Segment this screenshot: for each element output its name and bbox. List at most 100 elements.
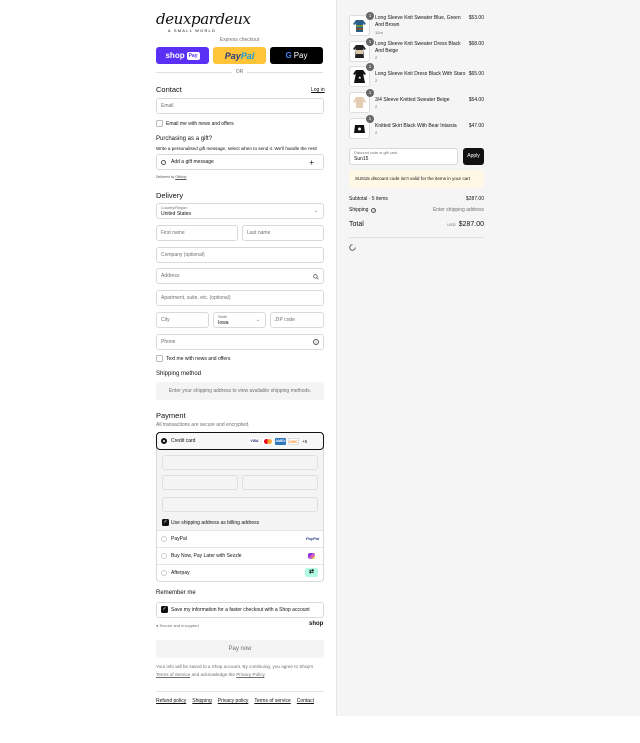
email-field[interactable]: Email bbox=[156, 98, 324, 114]
apartment-placeholder: Apartment, suite, etc. (optional) bbox=[161, 295, 231, 301]
apply-discount-button[interactable]: Apply bbox=[463, 148, 484, 165]
chevron-down-icon: ⌄ bbox=[313, 208, 318, 214]
state-label: State bbox=[218, 315, 227, 319]
expiry-field[interactable] bbox=[162, 475, 238, 490]
card-number-field[interactable] bbox=[162, 455, 318, 470]
subtotal-label: Subtotal · 5 items bbox=[349, 196, 388, 202]
shipping-help-icon[interactable]: ? bbox=[371, 207, 377, 213]
discount-label: Discount code or gift card bbox=[354, 151, 398, 155]
brand-logo[interactable]: deuxpardeux A SMALL WORLD bbox=[156, 10, 251, 34]
terms-of-service-link[interactable]: Terms of Service bbox=[156, 672, 190, 677]
billing-checkbox[interactable]: ✓ bbox=[162, 519, 169, 526]
address-field[interactable]: Address bbox=[156, 268, 324, 284]
item-qty-badge: 1 bbox=[366, 12, 374, 20]
afterpay-logo-icon: ⇄ bbox=[305, 568, 318, 577]
company-field[interactable]: Company (optional) bbox=[156, 247, 324, 263]
legal-line1: Your info will be saved to a Shop accoun… bbox=[156, 664, 314, 669]
order-summary-panel bbox=[336, 0, 640, 716]
paypal-express-button[interactable]: Pay Pal bbox=[213, 47, 266, 64]
item-price: $68.00 bbox=[468, 41, 484, 47]
paypal-radio[interactable] bbox=[161, 536, 167, 542]
add-gift-message-button[interactable]: Add a gift message + bbox=[156, 154, 324, 170]
credit-card-radio[interactable] bbox=[161, 438, 167, 444]
mastercard-icon bbox=[262, 437, 273, 445]
total-label: Total bbox=[349, 221, 364, 228]
item-price: $47.00 bbox=[468, 123, 484, 129]
afterpay-label: Afterpay bbox=[171, 570, 190, 576]
name-on-card-field[interactable] bbox=[162, 497, 318, 512]
footer-links: Refund policy Shipping Privacy policy Te… bbox=[156, 698, 320, 704]
discount-code-field[interactable]: Discount code or gift card Sun15 bbox=[349, 148, 458, 165]
help-icon[interactable]: ? bbox=[313, 339, 319, 345]
sezzle-option[interactable]: Buy Now, Pay Later with Sezzle bbox=[161, 552, 242, 560]
zip-field[interactable]: ZIP code bbox=[270, 312, 324, 328]
skirt-image bbox=[354, 125, 365, 133]
shop-pay-button[interactable]: shop Pay bbox=[156, 47, 209, 64]
privacy-policy-footer-link[interactable]: Privacy policy bbox=[218, 698, 249, 704]
billing-label: Use shipping address as billing address bbox=[171, 520, 260, 526]
shipping-row: Shipping ? bbox=[349, 207, 377, 213]
shipping-value: Enter shipping address bbox=[432, 207, 484, 213]
item-variant: 2 bbox=[375, 78, 378, 83]
afterpay-option[interactable]: Afterpay bbox=[161, 569, 190, 577]
item-name: Long Sleeve Knit Dress Black With Stars bbox=[375, 71, 466, 77]
item-price: $65.00 bbox=[468, 71, 484, 77]
credit-card-row: Credit card bbox=[161, 436, 195, 446]
save-info-checkbox[interactable]: ✓ bbox=[161, 606, 168, 613]
item-variant: 12m bbox=[375, 30, 383, 35]
email-placeholder: Email bbox=[161, 103, 174, 109]
shop-pay-badge: Pay bbox=[186, 51, 200, 60]
shop-logo: shop bbox=[309, 621, 324, 627]
contact-link[interactable]: Contact bbox=[297, 698, 314, 704]
apartment-field[interactable]: Apartment, suite, etc. (optional) bbox=[156, 290, 324, 306]
state-select[interactable]: State Iowa ⌄ bbox=[213, 312, 266, 328]
refund-policy-link[interactable]: Refund policy bbox=[156, 698, 186, 704]
shipping-label: Shipping bbox=[349, 207, 369, 213]
terms-of-service-footer-link[interactable]: Terms of service bbox=[254, 698, 290, 704]
zip-placeholder: ZIP code bbox=[275, 317, 295, 323]
secure-note: ● Secure and encrypted bbox=[156, 623, 199, 628]
secure-text: Secure and encrypted bbox=[159, 623, 199, 628]
credit-card-label: Credit card bbox=[171, 438, 196, 444]
pay-now-button[interactable]: Pay now bbox=[156, 640, 324, 658]
giftship-link[interactable]: Giftship bbox=[175, 175, 186, 179]
paypal-pal-text: Pal bbox=[240, 50, 255, 61]
shipping-policy-link[interactable]: Shipping bbox=[192, 698, 211, 704]
google-pay-label: Pay bbox=[293, 51, 308, 60]
amex-icon: AMEX bbox=[275, 437, 286, 445]
item-qty-badge: 1 bbox=[366, 89, 374, 97]
text-news-checkbox[interactable] bbox=[156, 355, 163, 362]
payment-heading: Payment bbox=[156, 411, 186, 420]
first-name-field[interactable]: First name bbox=[156, 225, 238, 241]
legal-end: . bbox=[264, 672, 266, 677]
logo-text: deuxpardeux bbox=[156, 10, 251, 28]
chevron-down-icon: ⌄ bbox=[255, 317, 260, 323]
search-icon bbox=[313, 274, 319, 280]
footer-divider bbox=[156, 691, 324, 692]
paypal-option[interactable]: PayPal bbox=[161, 535, 187, 543]
gift-heading: Purchasing as a gift? bbox=[156, 136, 213, 142]
news-label: Email me with news and offers bbox=[166, 121, 234, 127]
item-variant: 2 bbox=[375, 130, 378, 135]
google-pay-button[interactable]: G Pay bbox=[270, 47, 323, 64]
last-name-field[interactable]: Last name bbox=[242, 225, 324, 241]
item-price: $54.00 bbox=[468, 97, 484, 103]
last-name-placeholder: Last name bbox=[247, 230, 271, 236]
express-checkout-title: Express checkout bbox=[219, 37, 260, 43]
news-checkbox[interactable] bbox=[156, 120, 163, 127]
divider bbox=[157, 530, 323, 531]
gift-message-label: Add a gift message bbox=[171, 159, 214, 165]
legal-and: and acknowledge the bbox=[191, 672, 235, 677]
city-field[interactable]: City bbox=[156, 312, 209, 328]
phone-field[interactable]: Phone ? bbox=[156, 334, 324, 350]
delivered-by-prefix: Delivered by bbox=[156, 175, 175, 179]
login-link[interactable]: Log in bbox=[311, 87, 325, 93]
remember-me-heading: Remember me bbox=[156, 590, 196, 596]
address-placeholder: Address bbox=[161, 273, 180, 279]
logo-subtitle: A SMALL WORLD bbox=[167, 28, 217, 33]
security-code-field[interactable] bbox=[242, 475, 318, 490]
sezzle-radio[interactable] bbox=[161, 553, 167, 559]
afterpay-radio[interactable] bbox=[161, 570, 167, 576]
country-select[interactable]: Country/Region United States ⌄ bbox=[156, 203, 324, 219]
privacy-policy-link[interactable]: Privacy Policy bbox=[236, 672, 264, 677]
